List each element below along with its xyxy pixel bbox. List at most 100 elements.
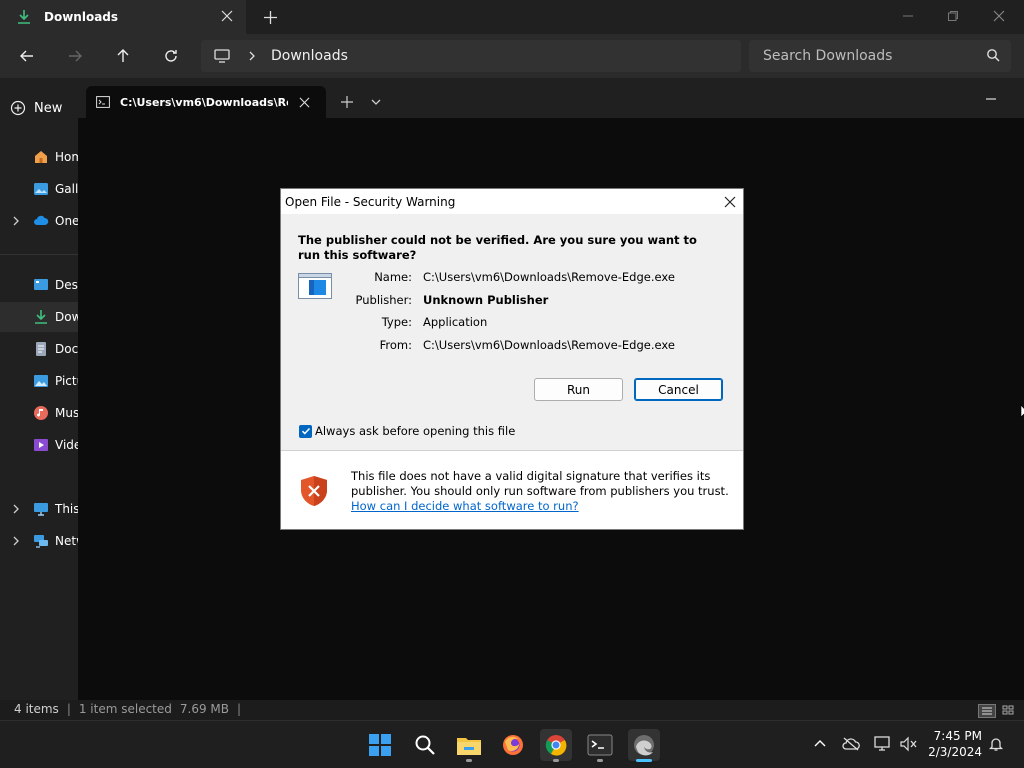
shield-warning-icon <box>299 475 329 507</box>
close-icon <box>299 97 309 107</box>
close-icon <box>724 196 736 208</box>
name-value: C:\Users\vm6\Downloads\Remove-Edge.exe <box>423 270 675 284</box>
sidebar-item-label: OneDrive <box>55 214 78 228</box>
close-window-button[interactable] <box>987 6 1011 26</box>
publisher-key: Publisher: <box>355 293 412 307</box>
up-button[interactable] <box>111 44 135 68</box>
name-key: Name: <box>374 270 412 284</box>
sidebar-item-documents[interactable]: Documents <box>0 334 78 364</box>
minimize-button[interactable] <box>896 6 920 26</box>
sidebar-item-label: This PC <box>55 502 78 516</box>
forward-button[interactable] <box>63 44 87 68</box>
show-hidden-icons-button[interactable] <box>811 735 829 753</box>
sidebar-item-home[interactable]: Home <box>0 142 78 172</box>
monitor-icon <box>214 49 230 63</box>
taskbar-file-explorer[interactable] <box>453 729 485 761</box>
sidebar-item-gallery[interactable]: Gallery <box>0 174 78 204</box>
plus-icon <box>341 96 353 108</box>
sidebar-item-pictures[interactable]: Pictures <box>0 366 78 396</box>
taskbar-terminal[interactable] <box>584 729 616 761</box>
help-link[interactable]: How can I decide what software to run? <box>351 499 579 513</box>
start-button[interactable] <box>364 729 396 761</box>
dialog-title-bar: Open File - Security Warning <box>281 189 743 214</box>
close-icon <box>221 10 233 22</box>
sidebar-item-label: Videos <box>55 438 78 452</box>
refresh-button[interactable] <box>159 44 183 68</box>
plus-circle-icon <box>10 100 26 116</box>
always-ask-checkbox-row[interactable]: Always ask before opening this file <box>299 424 515 438</box>
dialog-close-button[interactable] <box>721 193 739 211</box>
taskbar-edge[interactable] <box>628 729 660 761</box>
chevron-down-icon <box>371 99 381 105</box>
pictures-icon <box>33 373 49 389</box>
bell-icon <box>988 738 1004 751</box>
chevron-up-icon <box>814 740 826 747</box>
cancel-button[interactable]: Cancel <box>634 378 723 401</box>
sidebar-item-music[interactable]: Music <box>0 398 78 428</box>
clock-date: 2/3/2024 <box>928 745 982 759</box>
restore-button[interactable] <box>941 6 965 26</box>
sidebar-item-network[interactable]: Network <box>0 526 78 556</box>
terminal-tab[interactable]: C:\Users\vm6\Downloads\Remove-Edge.exe <box>86 86 326 118</box>
tiles-view-icon <box>1002 705 1014 715</box>
new-terminal-tab-button[interactable] <box>338 93 356 111</box>
taskbar-search-button[interactable] <box>409 729 441 761</box>
search-placeholder: Search Downloads <box>763 48 893 64</box>
tiles-view-button[interactable] <box>1000 704 1018 718</box>
dialog-question: The publisher could not be verified. Are… <box>298 233 697 262</box>
sidebar-item-label: Desktop <box>55 278 78 292</box>
sidebar-item-downloads[interactable]: Downloads <box>0 302 78 332</box>
sidebar-item-desktop[interactable]: Desktop <box>0 270 78 300</box>
breadcrumb[interactable]: Downloads <box>271 48 348 64</box>
search-input[interactable]: Search Downloads <box>749 40 1011 72</box>
terminal-dropdown-button[interactable] <box>368 94 384 110</box>
onedrive-tray-icon[interactable] <box>842 735 860 753</box>
always-ask-checkbox[interactable] <box>299 424 312 438</box>
address-bar[interactable]: Downloads <box>201 40 741 72</box>
onedrive-icon <box>33 213 49 229</box>
running-indicator <box>466 759 472 762</box>
back-button[interactable] <box>15 44 39 68</box>
security-warning-dialog: Open File - Security Warning The publish… <box>280 188 744 530</box>
sidebar-item-label: Downloads <box>55 310 78 324</box>
restore-icon <box>948 11 958 21</box>
notifications-button[interactable] <box>987 735 1005 753</box>
volume-tray-icon[interactable] <box>900 735 918 753</box>
videos-icon <box>33 437 49 453</box>
close-tab-button[interactable] <box>218 7 236 25</box>
new-button-label: New <box>34 100 63 116</box>
sidebar-item-this-pc[interactable]: This PC <box>0 494 78 524</box>
details-view-button[interactable] <box>978 704 996 718</box>
sidebar-item-onedrive[interactable]: OneDrive <box>0 206 78 236</box>
publisher-value: Unknown Publisher <box>423 293 549 307</box>
edge-icon <box>634 735 654 756</box>
network-icon <box>33 533 49 549</box>
running-indicator <box>553 759 559 762</box>
running-indicator <box>597 759 603 762</box>
taskbar-firefox[interactable] <box>497 729 529 761</box>
network-tray-icon[interactable] <box>874 735 892 753</box>
search-icon[interactable] <box>986 48 1002 64</box>
arrow-right-icon <box>69 50 82 62</box>
sidebar-item-label: Pictures <box>55 374 78 388</box>
taskbar-chrome[interactable] <box>540 729 572 761</box>
close-terminal-tab-button[interactable] <box>296 94 312 110</box>
dialog-title: Open File - Security Warning <box>285 194 456 209</box>
search-icon <box>415 735 435 755</box>
new-button[interactable]: New <box>10 96 78 120</box>
arrow-left-icon <box>20 50 33 62</box>
home-icon <box>33 149 49 165</box>
status-separator: | <box>66 702 71 716</box>
new-tab-button[interactable] <box>260 7 280 27</box>
explorer-tab[interactable]: Downloads <box>0 0 246 34</box>
refresh-icon <box>165 50 177 62</box>
type-value: Application <box>423 315 488 329</box>
run-button[interactable]: Run <box>534 378 623 401</box>
close-icon <box>993 10 1005 22</box>
sidebar-item-videos[interactable]: Videos <box>0 430 78 460</box>
warning-text: This file does not have a valid digital … <box>351 469 729 498</box>
system-clock[interactable]: 7:45 PM 2/3/2024 <box>920 728 982 760</box>
always-ask-label[interactable]: Always ask before opening this file <box>315 424 515 438</box>
download-icon <box>33 309 49 325</box>
terminal-minimize-button[interactable] <box>982 90 1000 108</box>
